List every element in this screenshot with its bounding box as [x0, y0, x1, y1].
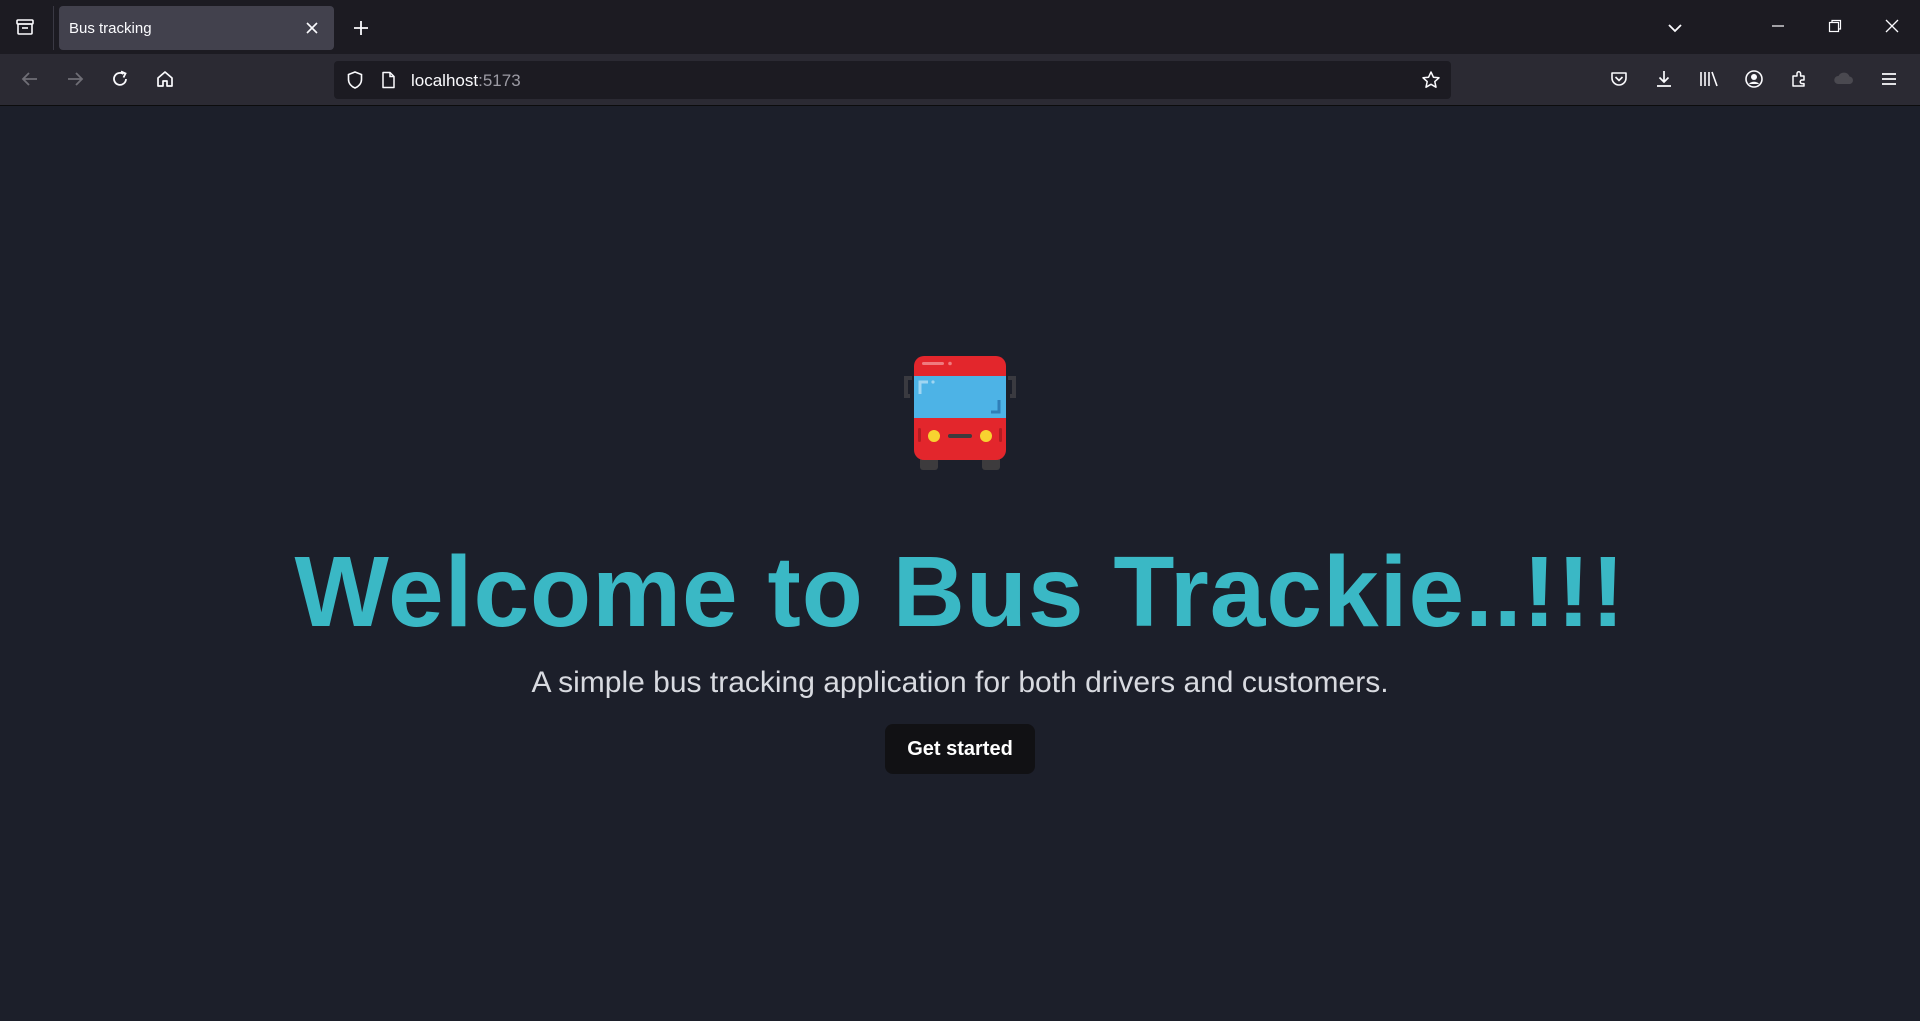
bus-icon: [900, 350, 1020, 475]
url-port: :5173: [478, 71, 521, 90]
tab-list-icon[interactable]: [9, 11, 41, 43]
page-title: Welcome to Bus Trackie..!!!: [294, 536, 1626, 648]
url-bar[interactable]: localhost:5173: [334, 61, 1451, 99]
browser-toolbar: localhost:5173: [0, 54, 1920, 106]
forward-arrow-icon[interactable]: [58, 62, 92, 96]
reload-icon[interactable]: [103, 62, 137, 96]
library-icon[interactable]: [1692, 62, 1726, 96]
chevron-down-icon[interactable]: [1658, 11, 1692, 45]
close-window-icon[interactable]: [1864, 0, 1920, 52]
menu-icon[interactable]: [1872, 62, 1906, 96]
active-tab[interactable]: Bus tracking: [59, 6, 334, 50]
close-icon[interactable]: [300, 16, 324, 40]
get-started-button[interactable]: Get started: [885, 724, 1035, 774]
back-arrow-icon[interactable]: [13, 62, 47, 96]
sync-icon[interactable]: [1827, 62, 1861, 96]
star-icon[interactable]: [1419, 68, 1443, 92]
minimize-icon[interactable]: [1750, 0, 1806, 52]
extensions-icon[interactable]: [1782, 62, 1816, 96]
page-subtitle: A simple bus tracking application for bo…: [531, 666, 1389, 699]
account-icon[interactable]: [1737, 62, 1771, 96]
tab-title: Bus tracking: [69, 19, 152, 37]
restore-icon[interactable]: [1807, 0, 1863, 52]
home-icon[interactable]: [148, 62, 182, 96]
url-host: localhost: [411, 71, 479, 90]
shield-icon[interactable]: [343, 68, 367, 92]
browser-tab-strip: Bus tracking: [0, 0, 1920, 54]
url-text[interactable]: localhost:5173: [411, 71, 521, 91]
pocket-icon[interactable]: [1602, 62, 1636, 96]
tab-divider: [53, 6, 54, 50]
download-icon[interactable]: [1647, 62, 1681, 96]
page-icon[interactable]: [376, 68, 400, 92]
plus-icon[interactable]: [344, 11, 378, 45]
